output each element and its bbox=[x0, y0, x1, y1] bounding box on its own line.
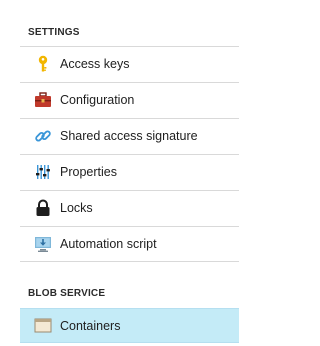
menu-item-label: Locks bbox=[60, 201, 93, 215]
menu-item-locks[interactable]: Locks bbox=[20, 190, 239, 225]
menu-item-containers[interactable]: Containers bbox=[20, 308, 239, 343]
settings-panel: SETTINGS Access keys Configuration Share… bbox=[0, 0, 265, 346]
menu-item-label: Automation script bbox=[60, 237, 157, 251]
link-icon bbox=[32, 125, 54, 147]
blob-service-section-header: BLOB SERVICE bbox=[28, 288, 106, 299]
menu-item-label: Properties bbox=[60, 165, 117, 179]
settings-section-header: SETTINGS bbox=[28, 27, 80, 38]
menu-item-label: Access keys bbox=[60, 57, 130, 71]
menu-item-label: Containers bbox=[60, 318, 121, 333]
menu-item-automation-script[interactable]: Automation script bbox=[20, 226, 239, 261]
monitor-download-icon bbox=[32, 233, 54, 255]
container-icon bbox=[32, 315, 54, 337]
menu-item-label: Configuration bbox=[60, 93, 135, 107]
menu-item-shared-access-signature[interactable]: Shared access signature bbox=[20, 118, 239, 153]
lock-icon bbox=[32, 197, 54, 219]
menu-item-properties[interactable]: Properties bbox=[20, 154, 239, 189]
key-icon bbox=[32, 53, 54, 75]
menu-item-label: Shared access signature bbox=[60, 129, 198, 143]
menu-item-access-keys[interactable]: Access keys bbox=[20, 46, 239, 81]
toolbox-icon bbox=[32, 89, 54, 111]
menu-item-configuration[interactable]: Configuration bbox=[20, 82, 239, 117]
sliders-icon bbox=[32, 161, 54, 183]
section-divider bbox=[20, 261, 239, 262]
